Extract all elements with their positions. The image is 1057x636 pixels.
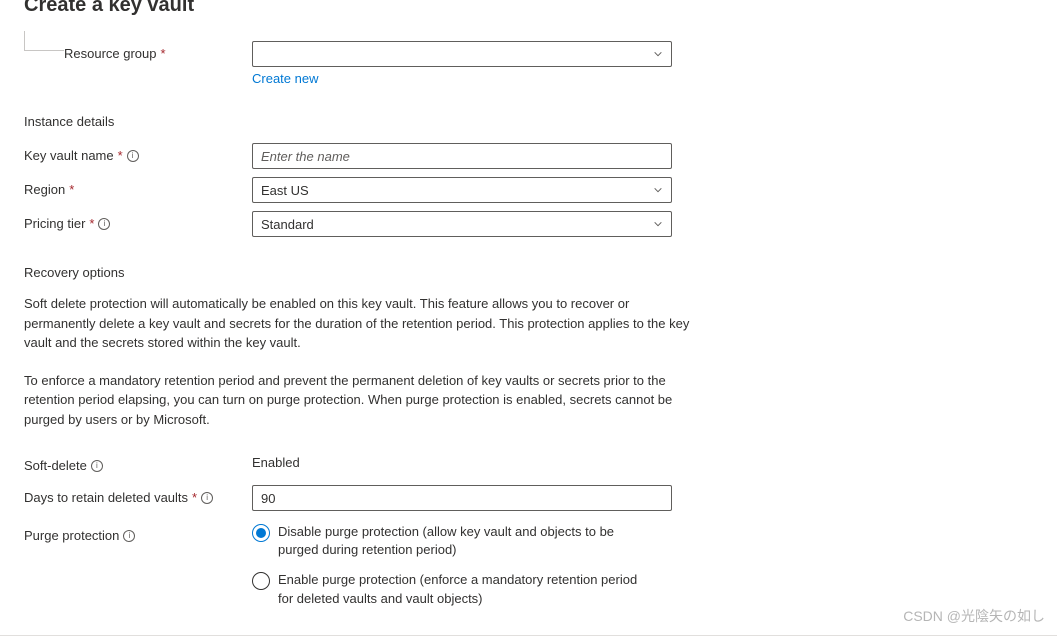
- pricing-tier-select[interactable]: Standard: [252, 211, 672, 237]
- required-indicator: *: [192, 490, 197, 505]
- purge-disable-label: Disable purge protection (allow key vaul…: [278, 523, 652, 559]
- recovery-desc-2: To enforce a mandatory retention period …: [24, 371, 694, 430]
- radio-icon: [252, 572, 270, 590]
- resource-group-select[interactable]: [252, 41, 672, 67]
- soft-delete-label: Soft-delete: [24, 458, 87, 473]
- info-icon[interactable]: i: [98, 218, 110, 230]
- info-icon[interactable]: i: [123, 530, 135, 542]
- days-to-retain-label: Days to retain deleted vaults: [24, 490, 188, 505]
- soft-delete-value: Enabled: [252, 453, 672, 470]
- info-icon[interactable]: i: [91, 460, 103, 472]
- instance-details-heading: Instance details: [24, 114, 1033, 129]
- info-icon[interactable]: i: [127, 150, 139, 162]
- purge-protection-label: Purge protection: [24, 528, 119, 543]
- pricing-tier-row: Pricing tier * i Standard: [24, 211, 1033, 237]
- region-row: Region * East US: [24, 177, 1033, 203]
- recovery-desc-1: Soft delete protection will automaticall…: [24, 294, 694, 353]
- create-new-link[interactable]: Create new: [252, 71, 318, 86]
- key-vault-name-input[interactable]: [252, 143, 672, 169]
- purge-enable-label: Enable purge protection (enforce a manda…: [278, 571, 652, 607]
- chevron-down-icon: [653, 219, 663, 229]
- page-title: Create a key vault: [24, 0, 1033, 17]
- days-to-retain-input[interactable]: [252, 485, 672, 511]
- radio-icon: [252, 524, 270, 542]
- pricing-tier-value: Standard: [261, 217, 314, 232]
- required-indicator: *: [161, 46, 166, 61]
- purge-protection-row: Purge protection i Disable purge protect…: [24, 523, 1033, 608]
- purge-enable-option[interactable]: Enable purge protection (enforce a manda…: [252, 571, 652, 607]
- required-indicator: *: [89, 216, 94, 231]
- region-label: Region: [24, 182, 65, 197]
- watermark: CSDN @光陰矢の如し: [903, 606, 1045, 626]
- region-value: East US: [261, 183, 309, 198]
- region-select[interactable]: East US: [252, 177, 672, 203]
- purge-protection-radio-group: Disable purge protection (allow key vaul…: [252, 523, 672, 608]
- chevron-down-icon: [653, 185, 663, 195]
- resource-group-row: Resource group * Create new: [24, 41, 1033, 86]
- days-to-retain-row: Days to retain deleted vaults * i: [24, 485, 1033, 511]
- tree-connector: [24, 31, 64, 51]
- required-indicator: *: [69, 182, 74, 197]
- recovery-options-heading: Recovery options: [24, 265, 1033, 280]
- soft-delete-row: Soft-delete i Enabled: [24, 453, 1033, 473]
- key-vault-name-label: Key vault name: [24, 148, 114, 163]
- resource-group-label: Resource group: [64, 46, 157, 61]
- key-vault-name-row: Key vault name * i: [24, 143, 1033, 169]
- required-indicator: *: [118, 148, 123, 163]
- chevron-down-icon: [653, 49, 663, 59]
- info-icon[interactable]: i: [201, 492, 213, 504]
- pricing-tier-label: Pricing tier: [24, 216, 85, 231]
- purge-disable-option[interactable]: Disable purge protection (allow key vaul…: [252, 523, 652, 559]
